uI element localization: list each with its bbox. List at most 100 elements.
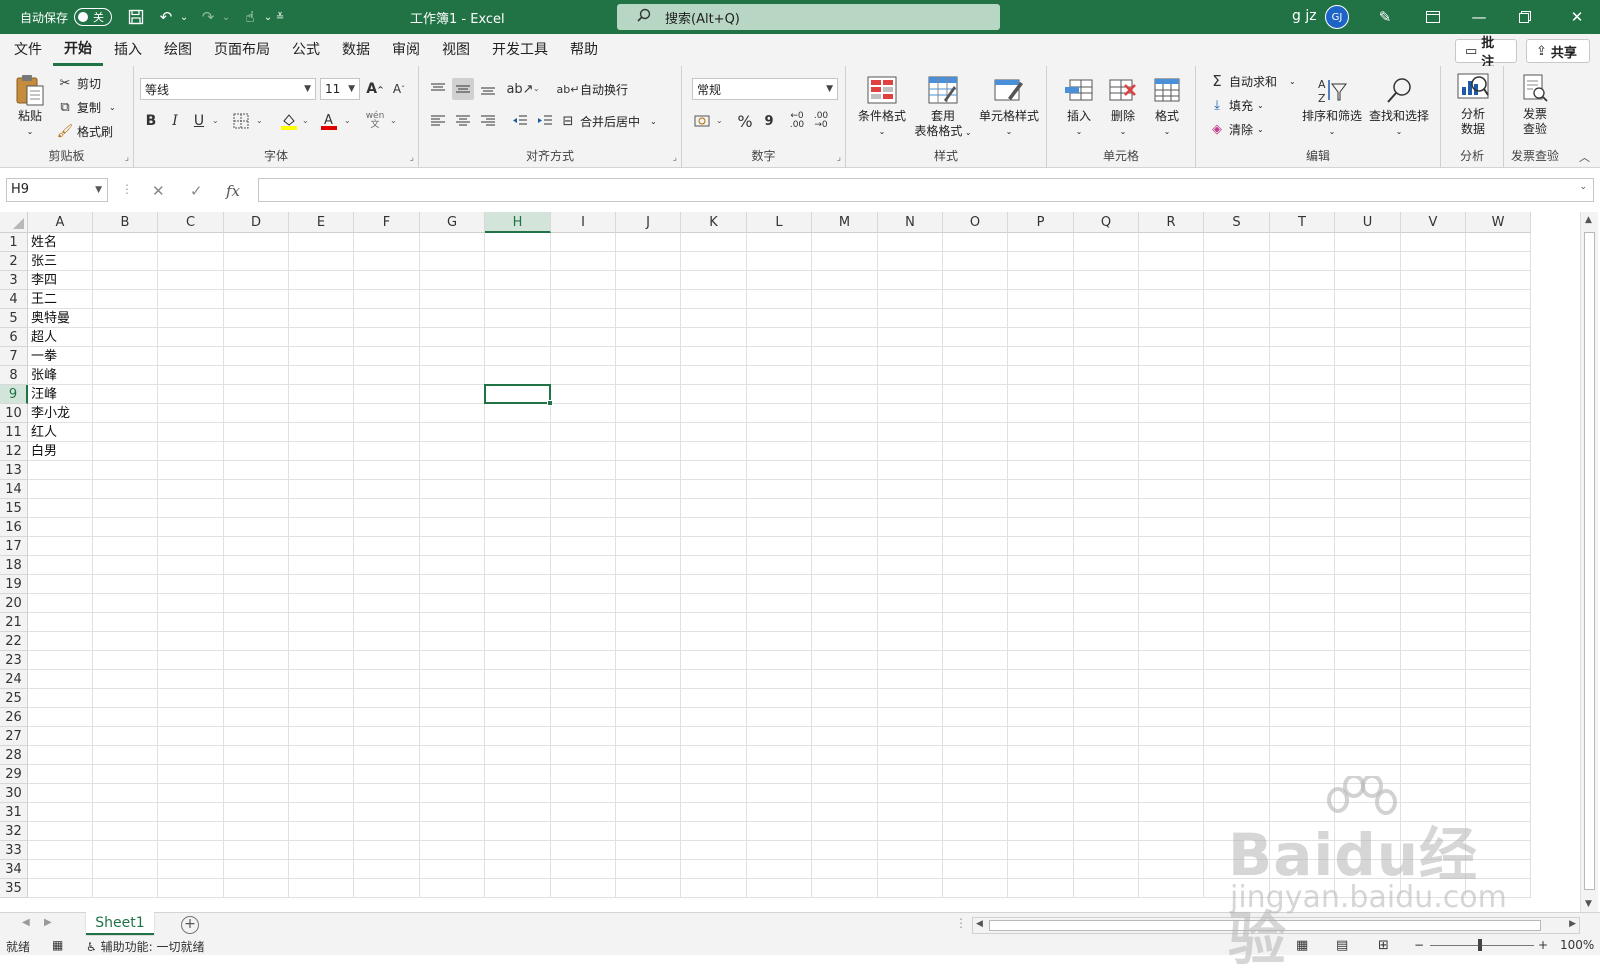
fill-color-dropdown-icon[interactable]: ⌄ (302, 116, 309, 125)
row-header-32[interactable]: 32 (0, 822, 28, 841)
row-header-15[interactable]: 15 (0, 499, 28, 518)
ribbon-display-icon[interactable] (1410, 0, 1456, 34)
tab-home[interactable]: 开始 (53, 34, 103, 66)
row-header-24[interactable]: 24 (0, 670, 28, 689)
column-header-n[interactable]: N (878, 212, 943, 233)
row-header-25[interactable]: 25 (0, 689, 28, 708)
row-header-31[interactable]: 31 (0, 803, 28, 822)
clipboard-launcher-icon[interactable]: ⌟ (125, 153, 129, 163)
number-format-select[interactable]: 常规 ▼ (692, 78, 838, 100)
column-header-d[interactable]: D (224, 212, 289, 233)
row-header-4[interactable]: 4 (0, 290, 28, 309)
autosave-toggle[interactable]: 关 (74, 8, 113, 26)
column-header-f[interactable]: F (354, 212, 420, 233)
bold-button[interactable]: B (140, 110, 162, 132)
row-header-12[interactable]: 12 (0, 442, 28, 461)
row-header-27[interactable]: 27 (0, 727, 28, 746)
vertical-scrollbar[interactable]: ▲ ▼ (1580, 212, 1598, 912)
align-left-icon[interactable] (427, 110, 449, 132)
copy-button[interactable]: ⧉ 复制 ⌄ (56, 98, 115, 116)
tab-split-handle-icon[interactable]: ⋮ (955, 916, 967, 930)
cancel-icon[interactable]: ✕ (152, 182, 165, 200)
cell-a11[interactable]: 红人 (28, 423, 93, 442)
row-header-22[interactable]: 22 (0, 632, 28, 651)
column-header-j[interactable]: J (616, 212, 681, 233)
cell-a10[interactable]: 李小龙 (28, 404, 93, 423)
autosave-control[interactable]: 自动保存 关 (20, 8, 113, 26)
cell-a8[interactable]: 张峰 (28, 366, 93, 385)
align-center-icon[interactable] (452, 110, 474, 132)
redo-dropdown-icon[interactable]: ⌄ (220, 5, 232, 29)
row-header-10[interactable]: 10 (0, 404, 28, 423)
name-box[interactable]: H9 ▼ (6, 178, 108, 202)
tab-help[interactable]: 帮助 (559, 34, 609, 66)
analyze-data-button[interactable]: 分析 数据 (1453, 72, 1493, 137)
column-header-c[interactable]: C (158, 212, 224, 233)
cell-a9[interactable]: 汪峰 (28, 385, 93, 404)
row-header-5[interactable]: 5 (0, 309, 28, 328)
zoom-level[interactable]: 100% (1560, 938, 1594, 952)
font-size-select[interactable]: 11 ▼ (320, 78, 360, 100)
sort-filter-button[interactable]: AZ 排序和筛选 ⌄ (1300, 74, 1364, 139)
avatar[interactable]: GJ (1325, 5, 1349, 29)
font-launcher-icon[interactable]: ⌟ (410, 153, 414, 163)
undo-icon[interactable]: ↶ (154, 5, 178, 29)
underline-button[interactable]: U (188, 110, 210, 132)
undo-dropdown-icon[interactable]: ⌄ (178, 5, 190, 29)
touch-mode-icon[interactable]: ☝ (238, 5, 262, 29)
prev-sheet-icon[interactable]: ◀ (22, 917, 30, 928)
column-header-g[interactable]: G (420, 212, 485, 233)
row-header-29[interactable]: 29 (0, 765, 28, 784)
fill-handle[interactable] (547, 400, 553, 406)
grow-font-icon[interactable]: A ^ (364, 78, 386, 100)
invoice-check-button[interactable]: 发票 查验 (1514, 72, 1556, 137)
column-header-i[interactable]: I (551, 212, 616, 233)
row-header-26[interactable]: 26 (0, 708, 28, 727)
accounting-dropdown-icon[interactable]: ⌄ (716, 116, 723, 125)
cell-a1[interactable]: 姓名 (28, 233, 93, 252)
formula-input[interactable]: ⌄ (258, 178, 1594, 202)
format-cells-button[interactable]: 格式 ⌄ (1147, 74, 1187, 139)
row-header-2[interactable]: 2 (0, 252, 28, 271)
row-header-11[interactable]: 11 (0, 423, 28, 442)
column-header-l[interactable]: L (747, 212, 812, 233)
page-layout-view-icon[interactable]: ▤ (1336, 938, 1348, 953)
column-header-p[interactable]: P (1008, 212, 1074, 233)
share-button[interactable]: ⇪ 共享 (1526, 39, 1590, 63)
row-header-18[interactable]: 18 (0, 556, 28, 575)
row-header-14[interactable]: 14 (0, 480, 28, 499)
phonetic-icon[interactable]: wén 文 (364, 110, 386, 132)
cell-a4[interactable]: 王二 (28, 290, 93, 309)
column-header-r[interactable]: R (1139, 212, 1204, 233)
row-header-34[interactable]: 34 (0, 860, 28, 879)
increase-indent-icon[interactable] (534, 110, 556, 132)
merge-center-button[interactable]: ⊟ 合并后居中 ⌄ (559, 112, 657, 130)
tab-developer[interactable]: 开发工具 (481, 34, 559, 66)
insert-cells-button[interactable]: 插入 ⌄ (1059, 74, 1099, 139)
underline-dropdown-icon[interactable]: ⌄ (212, 116, 219, 125)
column-header-e[interactable]: E (289, 212, 354, 233)
redo-icon[interactable]: ↷ (196, 5, 220, 29)
font-color-icon[interactable]: A (318, 110, 340, 132)
cell-a12[interactable]: 白男 (28, 442, 93, 461)
column-header-t[interactable]: T (1270, 212, 1335, 233)
decrease-decimal-icon[interactable]: .00 →0 (810, 110, 832, 132)
tab-review[interactable]: 审阅 (381, 34, 431, 66)
zoom-slider-thumb[interactable] (1478, 939, 1482, 951)
wrap-text-button[interactable]: ab↵ 自动换行 (557, 80, 628, 98)
row-header-1[interactable]: 1 (0, 233, 28, 252)
cell-a3[interactable]: 李四 (28, 271, 93, 290)
pen-icon[interactable]: ✎ (1362, 0, 1408, 34)
row-header-30[interactable]: 30 (0, 784, 28, 803)
next-sheet-icon[interactable]: ▶ (44, 917, 52, 928)
tab-data[interactable]: 数据 (331, 34, 381, 66)
restore-icon[interactable] (1502, 0, 1548, 34)
save-icon[interactable] (124, 5, 148, 29)
more-dots-icon[interactable]: ⋮ (121, 182, 133, 196)
column-header-o[interactable]: O (943, 212, 1008, 233)
column-header-h[interactable]: H (485, 212, 551, 233)
tab-draw[interactable]: 绘图 (153, 34, 203, 66)
row-header-8[interactable]: 8 (0, 366, 28, 385)
format-painter-button[interactable]: 🖌 格式刷 (56, 122, 113, 140)
column-header-u[interactable]: U (1335, 212, 1401, 233)
